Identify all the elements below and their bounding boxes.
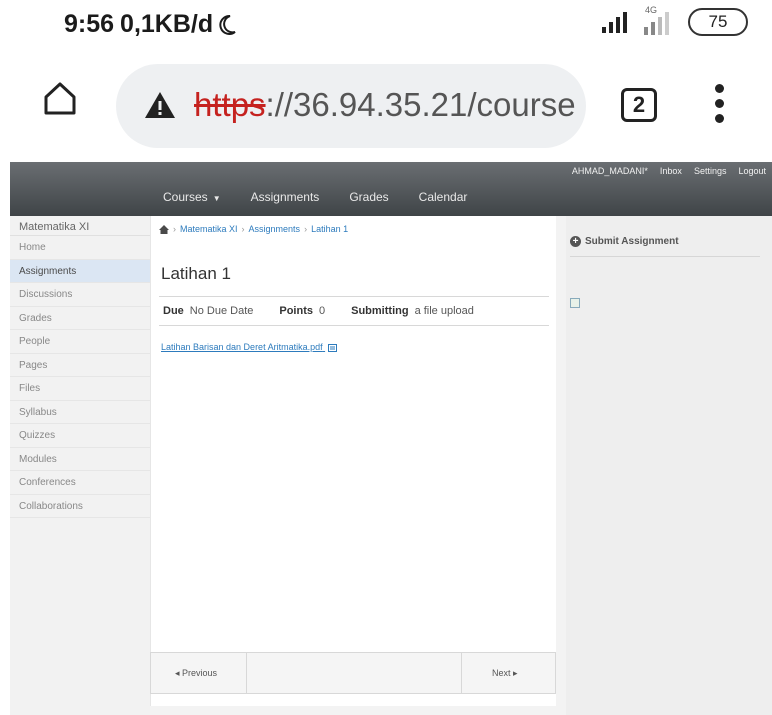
course-sidebar: Matematika XI Home Assignments Discussio… bbox=[10, 216, 150, 715]
settings-link[interactable]: Settings bbox=[694, 166, 727, 176]
page-title: Latihan 1 bbox=[161, 264, 231, 283]
points-label: Points bbox=[279, 305, 313, 317]
home-icon[interactable] bbox=[159, 224, 169, 234]
points-value: 0 bbox=[319, 305, 326, 317]
top-nav: AHMAD_MADANI* Inbox Settings Logout Cour… bbox=[10, 162, 772, 216]
sidebar-item-grades[interactable]: Grades bbox=[10, 307, 150, 330]
main-nav: Courses ▼ Assignments Grades Calendar bbox=[163, 190, 467, 204]
moon-icon bbox=[219, 14, 236, 35]
inbox-link[interactable]: Inbox bbox=[660, 166, 682, 176]
status-time: 9:56 bbox=[64, 10, 115, 38]
breadcrumb-assignments[interactable]: Assignments bbox=[249, 224, 301, 234]
sidebar-item-pages[interactable]: Pages bbox=[10, 354, 150, 377]
breadcrumb-separator: › bbox=[241, 224, 245, 234]
previous-button[interactable]: ◂ Previous bbox=[151, 653, 247, 693]
submitting-value: a file upload bbox=[414, 305, 474, 317]
more-menu-icon[interactable] bbox=[713, 84, 725, 128]
breadcrumb-current[interactable]: Latihan 1 bbox=[311, 224, 348, 234]
address-bar[interactable]: https://36.94.35.21/course bbox=[116, 64, 586, 148]
sidebar-item-conferences[interactable]: Conferences bbox=[10, 471, 150, 495]
next-button[interactable]: Next ▸ bbox=[461, 653, 555, 693]
tab-switcher-button[interactable]: 2 bbox=[621, 88, 657, 122]
home-icon[interactable] bbox=[42, 80, 78, 116]
url-scheme: https bbox=[194, 86, 266, 123]
nav-calendar[interactable]: Calendar bbox=[419, 190, 468, 204]
submitting-label: Submitting bbox=[351, 305, 409, 317]
url-text[interactable]: https://36.94.35.21/course bbox=[194, 86, 576, 124]
sidebar-item-assignments[interactable]: Assignments bbox=[10, 259, 150, 283]
network-type: 4G bbox=[645, 5, 658, 15]
breadcrumb-separator: › bbox=[304, 224, 308, 234]
user-nav: AHMAD_MADANI* Inbox Settings Logout bbox=[572, 166, 766, 176]
preview-icon[interactable] bbox=[328, 343, 338, 353]
plus-circle-icon: + bbox=[570, 236, 581, 247]
assignment-details: Due No Due Date Points 0 Submitting a fi… bbox=[159, 296, 549, 326]
nav-assignments[interactable]: Assignments bbox=[251, 190, 320, 204]
due-value: No Due Date bbox=[189, 305, 254, 317]
nav-courses-label: Courses bbox=[163, 190, 208, 204]
warning-icon[interactable] bbox=[144, 90, 176, 120]
divider bbox=[570, 256, 760, 257]
submit-assignment-label: Submit Assignment bbox=[585, 236, 679, 247]
sidebar-item-collaborations[interactable]: Collaborations bbox=[10, 495, 150, 518]
status-bar: 9:56 0,1KB/d 4G 75 bbox=[0, 0, 772, 52]
chevron-down-icon: ▼ bbox=[212, 194, 221, 203]
sidebar-item-people[interactable]: People bbox=[10, 330, 150, 354]
due-label: Due bbox=[163, 305, 184, 317]
sidebar-item-modules[interactable]: Modules bbox=[10, 448, 150, 471]
attachment-name: Latihan Barisan dan Deret Aritmatika.pdf bbox=[161, 342, 323, 352]
status-left: 9:56 0,1KB/d bbox=[64, 10, 237, 39]
nav-grades[interactable]: Grades bbox=[349, 190, 388, 204]
status-right: 4G 75 bbox=[600, 5, 748, 36]
logout-link[interactable]: Logout bbox=[738, 166, 766, 176]
assignment-content: › Matematika XI › Assignments › Latihan … bbox=[150, 216, 556, 706]
url-host: ://36.94.35.21/course bbox=[265, 86, 576, 123]
sidebar-item-discussions[interactable]: Discussions bbox=[10, 283, 150, 307]
sidebar-item-quizzes[interactable]: Quizzes bbox=[10, 424, 150, 448]
user-name-link[interactable]: AHMAD_MADANI* bbox=[572, 166, 648, 176]
lms-page: AHMAD_MADANI* Inbox Settings Logout Cour… bbox=[10, 162, 772, 715]
sidebar-item-syllabus[interactable]: Syllabus bbox=[10, 401, 150, 424]
signal-4g-icon: 4G bbox=[642, 5, 674, 35]
signal-icon bbox=[602, 12, 627, 33]
sidebar-item-files[interactable]: Files bbox=[10, 377, 150, 401]
submit-assignment-button[interactable]: + Submit Assignment bbox=[570, 236, 679, 247]
module-pager: ◂ Previous Next ▸ bbox=[150, 652, 556, 694]
browser-bar: https://36.94.35.21/course 2 bbox=[0, 56, 772, 152]
battery-icon: 75 bbox=[688, 8, 748, 36]
attachment-link[interactable]: Latihan Barisan dan Deret Aritmatika.pdf bbox=[161, 342, 338, 353]
breadcrumb: › Matematika XI › Assignments › Latihan … bbox=[159, 224, 348, 234]
right-sidebar: + Submit Assignment bbox=[566, 216, 772, 715]
network-speed: 0,1KB/d bbox=[120, 10, 214, 38]
course-title[interactable]: Matematika XI bbox=[10, 216, 150, 236]
broken-image-icon bbox=[570, 298, 580, 308]
breadcrumb-separator: › bbox=[173, 224, 176, 234]
sidebar-item-home[interactable]: Home bbox=[10, 236, 150, 260]
nav-courses[interactable]: Courses ▼ bbox=[163, 190, 221, 204]
breadcrumb-course[interactable]: Matematika XI bbox=[180, 224, 238, 234]
